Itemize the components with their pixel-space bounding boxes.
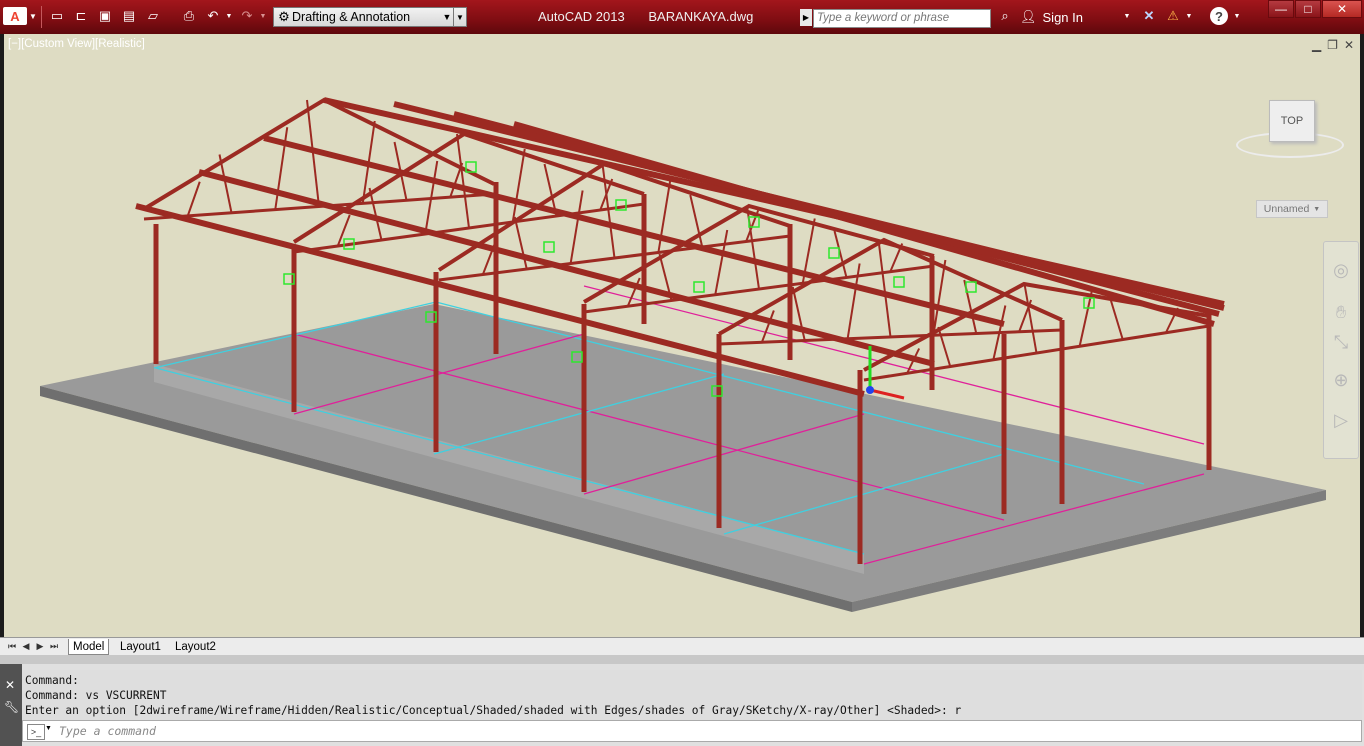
plot-preview-icon[interactable]: ▱ <box>144 7 162 25</box>
window-title: AutoCAD 2013 BARANKAYA.dwg <box>538 9 773 24</box>
maximize-button[interactable]: □ <box>1295 0 1321 18</box>
command-history-line: Command: <box>25 674 79 687</box>
save-icon[interactable]: ▣ <box>96 7 114 25</box>
steering-wheel-icon[interactable]: ◎ <box>1329 258 1353 282</box>
product-name: AutoCAD 2013 <box>538 9 625 24</box>
help-dropdown-icon[interactable]: ▼ <box>1232 7 1242 25</box>
previous-tab-icon[interactable]: ◀ <box>20 640 32 653</box>
command-history: Command: Command: vs VSCURRENT Enter an … <box>22 670 1362 722</box>
chevron-down-icon: ▼ <box>1313 205 1321 213</box>
viewport-restore-icon[interactable]: ❐ <box>1327 38 1338 52</box>
save-as-icon[interactable]: ▤ <box>120 7 138 25</box>
truss-web-member <box>833 230 848 278</box>
workspace-selector[interactable]: ⚙ Drafting & Annotation ▼ <box>273 7 455 27</box>
command-prompt-icon[interactable]: >_ <box>27 724 45 740</box>
layout-tab-bar: ⏮ ◀ ▶ ⏭ Model Layout1 Layout2 <box>0 637 1364 656</box>
print-icon[interactable]: ⎙ <box>180 7 198 25</box>
truss-web-member <box>601 163 616 259</box>
file-name: BARANKAYA.dwg <box>648 9 754 24</box>
tab-layout2[interactable]: Layout2 <box>171 639 220 655</box>
command-history-line: Enter an option [2dwireframe/Wireframe/H… <box>25 704 962 717</box>
command-input[interactable]: >_ ▼ Type a command <box>22 720 1362 742</box>
user-icon: 👤︎ <box>1020 9 1037 24</box>
redo-icon[interactable]: ↷ <box>238 7 256 25</box>
model-3d-scene <box>40 97 1326 612</box>
truss-web-member <box>186 181 201 217</box>
binoculars-icon[interactable]: ⌕ <box>996 7 1014 25</box>
sign-in-label: Sign In <box>1042 9 1083 25</box>
autocad-logo-icon: A <box>10 8 20 24</box>
ucs-origin <box>866 386 874 394</box>
ucs-name-label: Unnamed <box>1263 203 1310 215</box>
stay-connected-icon[interactable]: ⚠ <box>1164 7 1182 25</box>
search-input[interactable]: Type a keyword or phrase <box>813 9 991 28</box>
viewport-window-controls: ▁ ❐ ✕ <box>1312 38 1354 52</box>
ucs-menu[interactable]: Unnamed ▼ <box>1256 200 1328 218</box>
redo-dropdown-icon[interactable]: ▼ <box>258 7 268 25</box>
undo-dropdown-icon[interactable]: ▼ <box>224 7 234 25</box>
workspace-label: Drafting & Annotation <box>292 10 411 24</box>
connected-dropdown-icon[interactable]: ▼ <box>1184 7 1194 25</box>
chevron-down-icon[interactable]: ▼ <box>45 725 52 732</box>
connection-marker <box>893 276 905 288</box>
open-file-icon[interactable]: ⊏ <box>72 7 90 25</box>
viewport-close-icon[interactable]: ✕ <box>1344 38 1354 52</box>
showmotion-icon[interactable]: ▷ <box>1329 408 1353 432</box>
tab-layout1[interactable]: Layout1 <box>116 639 165 655</box>
sign-in-dropdown-icon[interactable]: ▼ <box>1122 7 1132 25</box>
title-bar: A ▼ ▭ ⊏ ▣ ▤ ▱ ⎙ ↶ ▼ ↷ ▼ ⚙ Drafting & Ann… <box>0 0 1364 34</box>
undo-icon[interactable]: ↶ <box>204 7 222 25</box>
viewcube[interactable]: TOP <box>1236 96 1346 174</box>
gear-icon: ⚙ <box>278 9 290 24</box>
first-tab-icon[interactable]: ⏮ <box>6 640 18 653</box>
truss-web-member <box>1078 291 1093 347</box>
command-window-grip[interactable] <box>0 655 1364 664</box>
customize-toolbar-dropdown[interactable]: ▼ <box>453 7 467 27</box>
viewport-controls-label[interactable]: [−][Custom View][Realistic] <box>8 38 145 50</box>
next-tab-icon[interactable]: ▶ <box>34 640 46 653</box>
zoom-extents-icon[interactable]: ⤡ <box>1329 330 1353 354</box>
truss-web-member <box>1109 299 1124 340</box>
viewport-minimize-icon[interactable]: ▁ <box>1312 38 1321 52</box>
truss-web-member <box>511 148 526 223</box>
close-icon[interactable]: ✕ <box>5 678 15 692</box>
last-tab-icon[interactable]: ⏭ <box>48 640 60 653</box>
close-button[interactable]: ✕ <box>1322 0 1362 18</box>
orbit-icon[interactable]: ⊕ <box>1329 368 1353 392</box>
chevron-down-icon: ▼ <box>442 12 452 22</box>
truss-web-member <box>513 216 528 270</box>
exchange-icon[interactable]: ✕ <box>1140 7 1158 25</box>
sign-in-button[interactable]: 👤︎ Sign In <box>1020 9 1083 25</box>
wrench-icon[interactable]: 🔧︎ <box>4 700 19 714</box>
pan-icon[interactable]: ✋︎ <box>1329 300 1353 324</box>
connection-marker <box>543 241 555 253</box>
truss-web-member <box>714 229 729 295</box>
truss-web-member <box>218 154 233 213</box>
truss-web-member <box>569 190 584 264</box>
minimize-button[interactable]: — <box>1268 0 1294 18</box>
navigation-bar: ◎ ✋︎ ⤡ ⊕ ▷ <box>1323 241 1359 459</box>
truss-web-member <box>846 263 861 339</box>
truss-web-member <box>877 239 892 338</box>
truss-web-member <box>932 259 947 336</box>
search-expand-button[interactable]: ▶ <box>800 9 812 26</box>
app-menu-chevron-icon[interactable]: ▼ <box>28 7 38 25</box>
connection-marker <box>828 247 840 259</box>
application-menu-button[interactable]: A <box>3 7 27 25</box>
truss-web-member <box>456 133 470 229</box>
help-icon[interactable]: ? <box>1210 7 1228 25</box>
new-file-icon[interactable]: ▭ <box>48 7 66 25</box>
command-input-placeholder: Type a command <box>59 724 156 738</box>
truss-web-member <box>760 310 775 343</box>
command-history-line: Command: vs VSCURRENT <box>25 689 167 702</box>
steel-purlin <box>513 121 1215 327</box>
connection-marker <box>693 281 705 293</box>
truss-web-member <box>937 326 952 367</box>
truss-web-member <box>791 286 806 341</box>
viewcube-top-face[interactable]: TOP <box>1269 100 1315 142</box>
drawing-viewport[interactable]: [−][Custom View][Realistic] ▁ ❐ ✕ TOP Un… <box>4 34 1360 637</box>
tab-model[interactable]: Model <box>68 639 110 655</box>
command-window-toolbar: ✕ 🔧︎ <box>0 664 22 746</box>
truss-web-member <box>1023 283 1038 354</box>
